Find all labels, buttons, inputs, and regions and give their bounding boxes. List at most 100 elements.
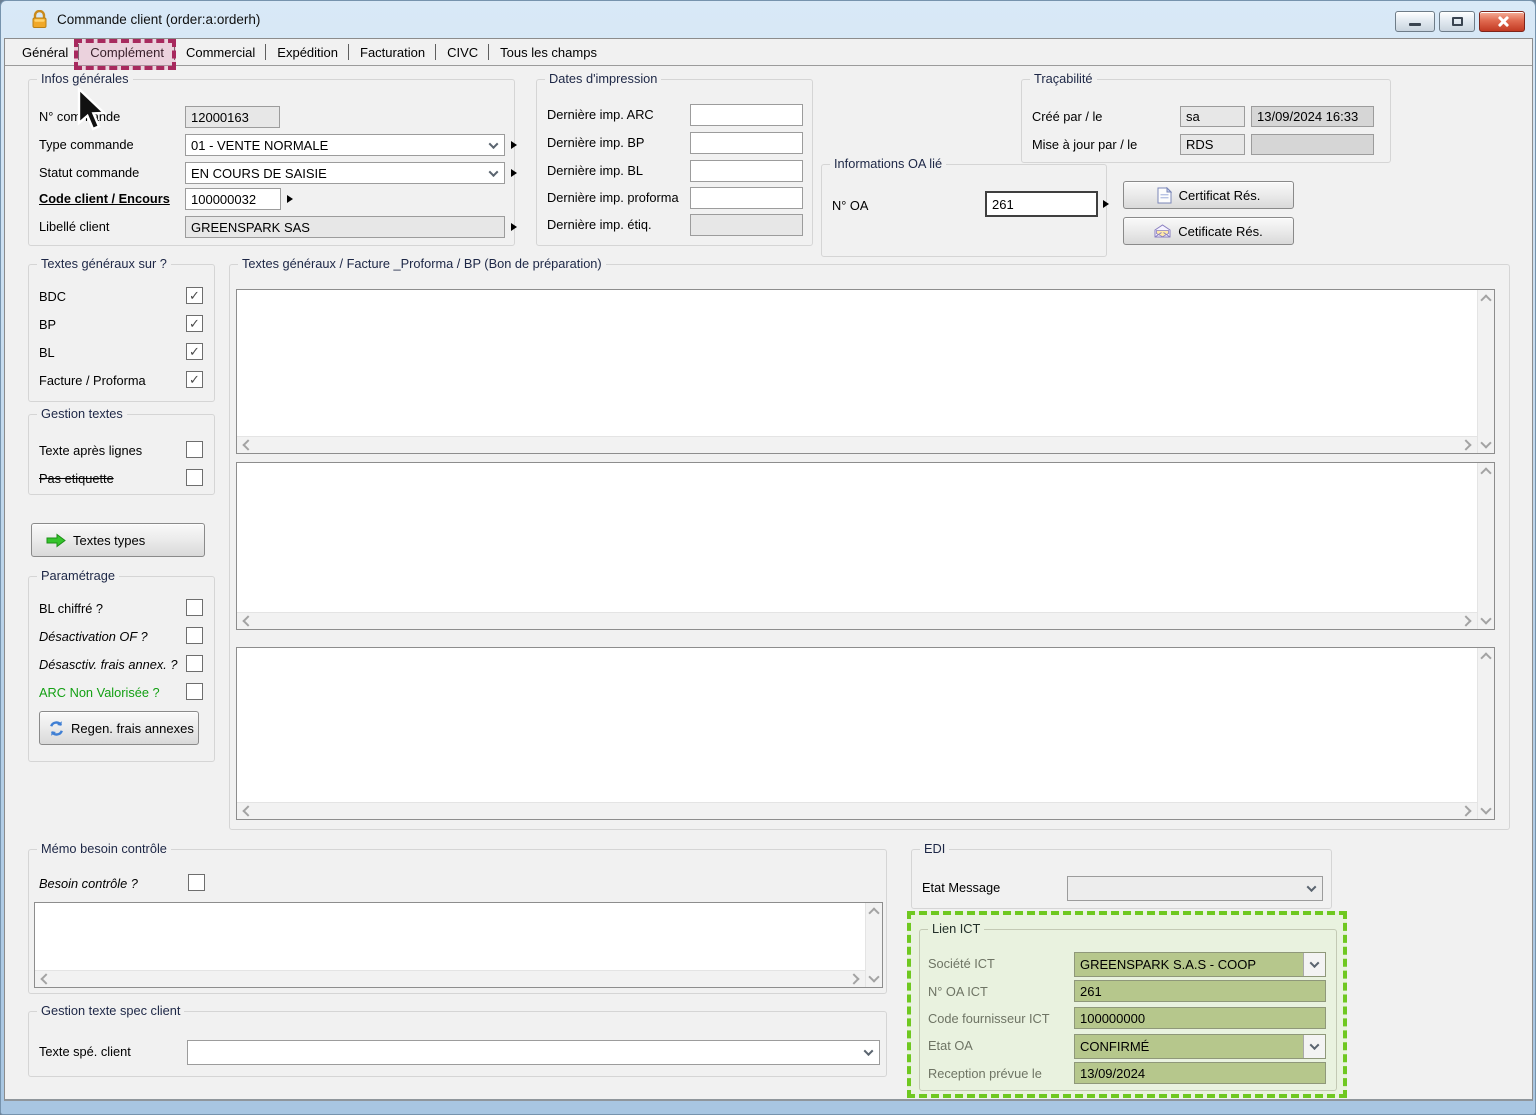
tab-commercial[interactable]: Commercial <box>175 39 266 65</box>
group-lien-ict: Lien ICT Société ICT GREENSPARK S.A.S - … <box>919 929 1337 1091</box>
bl-checkbox[interactable]: ✓ <box>186 343 203 360</box>
chevron-down-icon[interactable] <box>1303 1035 1325 1058</box>
bdc-label: BDC <box>39 289 66 304</box>
besoin-controle-checkbox[interactable] <box>188 874 205 891</box>
num-oa-opener-icon[interactable] <box>1103 200 1109 208</box>
scroll-down-icon[interactable] <box>1480 613 1491 624</box>
societe-ict-combo[interactable]: GREENSPARK S.A.S - COOP <box>1074 952 1326 977</box>
maximize-button[interactable] <box>1439 11 1475 32</box>
desactiv-frais-annex-checkbox[interactable] <box>186 655 203 672</box>
vertical-scrollbar[interactable] <box>1477 290 1494 453</box>
textes-generaux-textarea-2[interactable] <box>236 462 1495 630</box>
imp-etiq-field[interactable] <box>690 214 803 236</box>
refresh-icon <box>48 720 65 737</box>
imp-proforma-field[interactable] <box>690 187 803 209</box>
scroll-right-icon[interactable] <box>1460 615 1471 626</box>
num-commande-field[interactable]: 12000163 <box>185 106 280 128</box>
memo-textarea[interactable] <box>34 902 883 988</box>
statut-commande-opener-icon[interactable] <box>511 169 517 177</box>
group-tracabilite: Traçabilité Créé par / le sa 13/09/2024 … <box>1021 79 1391 163</box>
imp-bp-label: Dernière imp. BP <box>547 135 644 150</box>
chevron-down-icon[interactable] <box>1303 953 1325 976</box>
num-oa-field[interactable]: 261 <box>985 191 1098 217</box>
textes-generaux-textarea-1[interactable] <box>236 289 1495 454</box>
statut-commande-combo[interactable]: EN COURS DE SAISIE <box>185 162 505 184</box>
code-client-label[interactable]: Code client / Encours <box>39 191 170 206</box>
minimize-icon <box>1409 23 1421 26</box>
regen-frais-annexes-button[interactable]: Regen. frais annexes <box>39 711 199 745</box>
scroll-left-icon[interactable] <box>40 973 51 984</box>
cetificate-res-button[interactable]: Cetificate Rés. <box>1123 217 1294 245</box>
scroll-up-icon[interactable] <box>1480 294 1491 305</box>
tab-civc[interactable]: CIVC <box>436 39 489 65</box>
bp-checkbox[interactable]: ✓ <box>186 315 203 332</box>
group-informations-oa: Informations OA lié N° OA 261 <box>821 164 1107 257</box>
vertical-scrollbar[interactable] <box>865 903 882 987</box>
scroll-down-icon[interactable] <box>868 971 879 982</box>
imp-arc-field[interactable] <box>690 104 803 126</box>
horizontal-scrollbar[interactable] <box>237 612 1477 629</box>
texte-apres-lignes-checkbox[interactable] <box>186 441 203 458</box>
scroll-up-icon[interactable] <box>1480 652 1491 663</box>
code-fournisseur-ict-field[interactable]: 100000000 <box>1074 1007 1326 1029</box>
pas-etiquette-checkbox[interactable] <box>186 469 203 486</box>
certificat-res-label: Certificat Rés. <box>1179 188 1261 203</box>
group-dates-impression: Dates d'impression Dernière imp. ARC Der… <box>536 79 813 246</box>
scroll-right-icon[interactable] <box>848 973 859 984</box>
libelle-client-field[interactable]: GREENSPARK SAS <box>185 216 505 238</box>
chevron-down-icon[interactable] <box>482 135 504 155</box>
scroll-up-icon[interactable] <box>1480 467 1491 478</box>
scroll-down-icon[interactable] <box>1480 437 1491 448</box>
tab-expedition[interactable]: Expédition <box>266 39 349 65</box>
vertical-scrollbar[interactable] <box>1477 463 1494 629</box>
bl-chiffre-label: BL chiffré ? <box>39 601 103 616</box>
group-gestion-textes: Gestion textes Texte après lignes Pas et… <box>28 414 215 495</box>
tab-general[interactable]: Général <box>11 39 79 65</box>
horizontal-scrollbar[interactable] <box>237 436 1477 453</box>
libelle-client-opener-icon[interactable] <box>511 223 517 231</box>
scroll-left-icon[interactable] <box>242 439 253 450</box>
facture-proforma-checkbox[interactable]: ✓ <box>186 371 203 388</box>
chevron-down-icon[interactable] <box>1300 877 1322 900</box>
scroll-down-icon[interactable] <box>1480 803 1491 814</box>
horizontal-scrollbar[interactable] <box>35 970 865 987</box>
imp-bp-field[interactable] <box>690 132 803 154</box>
scroll-left-icon[interactable] <box>242 615 253 626</box>
annotation-highlight-complement-tab <box>74 39 176 70</box>
arc-non-valorisee-checkbox[interactable] <box>186 683 203 700</box>
type-commande-combo[interactable]: 01 - VENTE NORMALE <box>185 134 505 156</box>
tab-tous-les-champs[interactable]: Tous les champs <box>489 39 608 65</box>
scroll-up-icon[interactable] <box>868 907 879 918</box>
bl-chiffre-checkbox[interactable] <box>186 599 203 616</box>
textes-generaux-textarea-3[interactable] <box>236 647 1495 820</box>
horizontal-scrollbar[interactable] <box>237 802 1477 819</box>
type-commande-opener-icon[interactable] <box>511 141 517 149</box>
reception-prevue-field[interactable]: 13/09/2024 <box>1074 1062 1326 1084</box>
code-client-field[interactable]: 100000032 <box>185 188 281 210</box>
chevron-down-icon[interactable] <box>482 163 504 183</box>
num-oa-ict-field[interactable]: 261 <box>1074 980 1326 1002</box>
textes-types-button[interactable]: Textes types <box>31 523 205 557</box>
minimize-button[interactable] <box>1395 11 1435 32</box>
cree-par-user-field[interactable]: sa <box>1180 106 1245 127</box>
maj-par-user-field[interactable]: RDS <box>1180 134 1245 155</box>
certificat-res-button[interactable]: Certificat Rés. <box>1123 181 1294 209</box>
vertical-scrollbar[interactable] <box>1477 648 1494 819</box>
etat-message-combo[interactable] <box>1067 876 1323 901</box>
tab-facturation[interactable]: Facturation <box>349 39 436 65</box>
desactivation-of-checkbox[interactable] <box>186 627 203 644</box>
client-area: Général Complément Commercial Expédition… <box>4 38 1533 1101</box>
texte-spe-client-combo[interactable] <box>187 1040 880 1065</box>
imp-proforma-label: Dernière imp. proforma <box>547 190 679 205</box>
lock-icon <box>31 10 48 29</box>
scroll-left-icon[interactable] <box>242 805 253 816</box>
scroll-right-icon[interactable] <box>1460 805 1471 816</box>
scroll-right-icon[interactable] <box>1460 439 1471 450</box>
chevron-down-icon[interactable] <box>857 1041 879 1064</box>
bdc-checkbox[interactable]: ✓ <box>186 287 203 304</box>
pas-etiquette-label: Pas etiquette <box>39 471 114 486</box>
close-button[interactable] <box>1479 11 1525 32</box>
code-client-opener-icon[interactable] <box>287 195 293 203</box>
etat-oa-combo[interactable]: CONFIRMÉ <box>1074 1034 1326 1059</box>
imp-bl-field[interactable] <box>690 160 803 182</box>
